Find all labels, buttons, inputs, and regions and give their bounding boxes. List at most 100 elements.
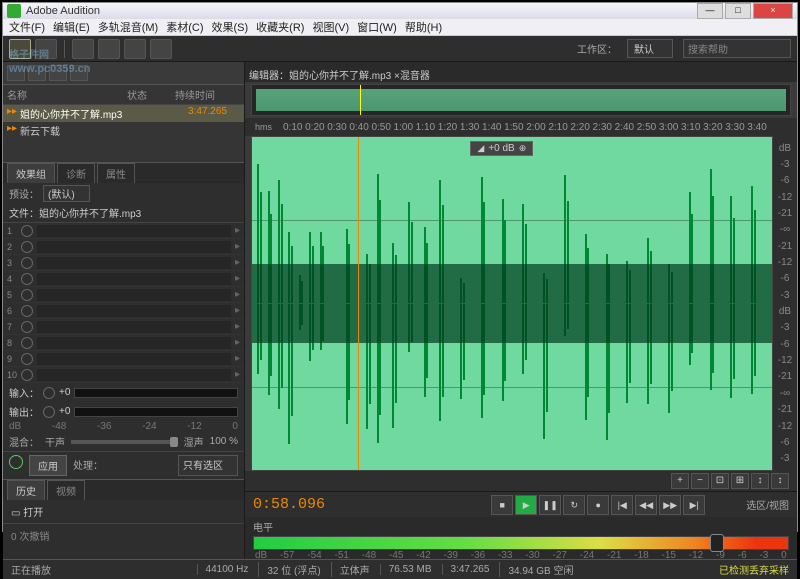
col-duration[interactable]: 持续时间 (175, 87, 240, 102)
waveform-display[interactable]: ◢+0 dB⊕ (251, 136, 773, 471)
record-button[interactable]: ● (587, 495, 609, 515)
tab-effects-rack[interactable]: 效果组 (7, 163, 55, 183)
effect-slot[interactable]: 10▸ (3, 367, 244, 383)
zoom-in-v-icon[interactable]: ↕ (751, 473, 769, 489)
zoom-out-icon[interactable]: − (691, 473, 709, 489)
time-ruler[interactable]: hms 0:100:200:300:400:501:001:101:201:30… (245, 118, 797, 136)
slot-menu-icon[interactable]: ▸ (235, 225, 240, 236)
tool-button[interactable] (124, 39, 146, 59)
tool-button[interactable] (150, 39, 172, 59)
zoom-out-v-icon[interactable]: ↕ (771, 473, 789, 489)
slot-menu-icon[interactable]: ▸ (235, 305, 240, 316)
slot-menu-icon[interactable]: ▸ (235, 241, 240, 252)
mix-percent[interactable]: 100 % (210, 436, 238, 447)
new-multitrack-icon[interactable] (49, 65, 67, 81)
rewind-button[interactable]: ◀◀ (635, 495, 657, 515)
history-item[interactable]: ▭ 打开 (11, 504, 236, 519)
menu-edit[interactable]: 编辑(E) (53, 19, 90, 35)
input-power-icon[interactable] (43, 387, 55, 399)
slot-power-icon[interactable] (21, 305, 33, 317)
menu-favorites[interactable]: 收藏夹(R) (256, 19, 304, 35)
pause-button[interactable]: ❚❚ (539, 495, 561, 515)
import-icon[interactable] (28, 65, 46, 81)
slot-power-icon[interactable] (21, 369, 33, 381)
insert-icon[interactable] (70, 65, 88, 81)
maximize-button[interactable]: □ (725, 3, 751, 19)
overview-waveform[interactable] (251, 84, 791, 116)
tab-diagnostics[interactable]: 诊断 (57, 163, 95, 183)
tab-mixer[interactable]: 混音器 (400, 67, 430, 82)
tab-history[interactable]: 历史 (7, 480, 45, 500)
slot-menu-icon[interactable]: ▸ (235, 289, 240, 300)
slot-power-icon[interactable] (21, 241, 33, 253)
skip-back-button[interactable]: |◀ (611, 495, 633, 515)
slot-power-icon[interactable] (21, 321, 33, 333)
tab-levels[interactable]: 电平 (253, 519, 273, 534)
zoom-in-icon[interactable]: + (671, 473, 689, 489)
menu-file[interactable]: 文件(F) (9, 19, 45, 35)
close-button[interactable]: × (753, 3, 793, 19)
effect-slot[interactable]: 6▸ (3, 303, 244, 319)
file-row[interactable]: ▸▸ 姐的心你并不了解.mp3 3:47.265 (3, 105, 244, 122)
preset-dropdown[interactable]: (默认) (43, 185, 90, 202)
tab-properties[interactable]: 属性 (97, 163, 135, 183)
menu-multitrack[interactable]: 多轨混音(M) (98, 19, 159, 35)
volume-badge[interactable]: ◢+0 dB⊕ (470, 141, 533, 156)
effect-slot[interactable]: 4▸ (3, 271, 244, 287)
help-search-input[interactable]: 搜索帮助 (683, 39, 791, 58)
effect-slot[interactable]: 2▸ (3, 239, 244, 255)
output-power-icon[interactable] (43, 406, 55, 418)
apply-button[interactable]: 应用 (29, 455, 67, 476)
timecode-display[interactable]: 0:58.096 (253, 496, 325, 513)
slot-power-icon[interactable] (21, 225, 33, 237)
effects-power-icon[interactable] (9, 455, 23, 469)
effect-slot[interactable]: 9▸ (3, 351, 244, 367)
workspace-dropdown[interactable]: 默认 (627, 39, 673, 58)
multitrack-view-button[interactable] (35, 39, 57, 59)
playhead[interactable] (358, 137, 359, 470)
menu-help[interactable]: 帮助(H) (405, 19, 442, 35)
process-dropdown[interactable]: 只有选区 (178, 455, 238, 476)
skip-fwd-button[interactable]: ▶| (683, 495, 705, 515)
menu-view[interactable]: 视图(V) (312, 19, 349, 35)
effect-slot[interactable]: 5▸ (3, 287, 244, 303)
slot-menu-icon[interactable]: ▸ (235, 257, 240, 268)
menu-window[interactable]: 窗口(W) (357, 19, 397, 35)
forward-button[interactable]: ▶▶ (659, 495, 681, 515)
stop-button[interactable]: ■ (491, 495, 513, 515)
effect-slot[interactable]: 7▸ (3, 319, 244, 335)
mix-slider[interactable] (71, 440, 178, 444)
tool-button[interactable] (72, 39, 94, 59)
waveform-view-button[interactable] (9, 39, 31, 59)
minimize-button[interactable]: — (697, 3, 723, 19)
slot-menu-icon[interactable]: ▸ (235, 321, 240, 332)
slot-power-icon[interactable] (21, 289, 33, 301)
slot-power-icon[interactable] (21, 257, 33, 269)
col-name[interactable]: 名称 (7, 87, 127, 102)
open-file-icon[interactable] (7, 65, 25, 81)
zoom-sel-icon[interactable]: ⊞ (731, 473, 749, 489)
tab-video[interactable]: 视频 (47, 480, 85, 500)
play-button[interactable]: ▶ (515, 495, 537, 515)
effect-slot[interactable]: 1▸ (3, 223, 244, 239)
slot-menu-icon[interactable]: ▸ (235, 337, 240, 348)
effect-slot[interactable]: 8▸ (3, 335, 244, 351)
loop-button[interactable]: ↻ (563, 495, 585, 515)
slot-power-icon[interactable] (21, 273, 33, 285)
slot-menu-icon[interactable]: ▸ (235, 369, 240, 380)
tool-button[interactable] (98, 39, 120, 59)
zoom-full-icon[interactable]: ⊡ (711, 473, 729, 489)
menu-clip[interactable]: 素材(C) (166, 19, 203, 35)
output-db[interactable]: +0 (59, 406, 70, 417)
menu-effects[interactable]: 效果(S) (212, 19, 249, 35)
slot-power-icon[interactable] (21, 353, 33, 365)
slot-menu-icon[interactable]: ▸ (235, 353, 240, 364)
slot-power-icon[interactable] (21, 337, 33, 349)
file-row[interactable]: ▸▸ 新云下载 (3, 122, 244, 139)
effect-slot[interactable]: 3▸ (3, 255, 244, 271)
slot-menu-icon[interactable]: ▸ (235, 273, 240, 284)
col-status[interactable]: 状态 (127, 87, 175, 102)
tab-editor[interactable]: 编辑器：姐的心你并不了解.mp3 × (249, 67, 400, 82)
level-meter[interactable] (253, 536, 789, 550)
input-db[interactable]: +0 (59, 387, 70, 398)
